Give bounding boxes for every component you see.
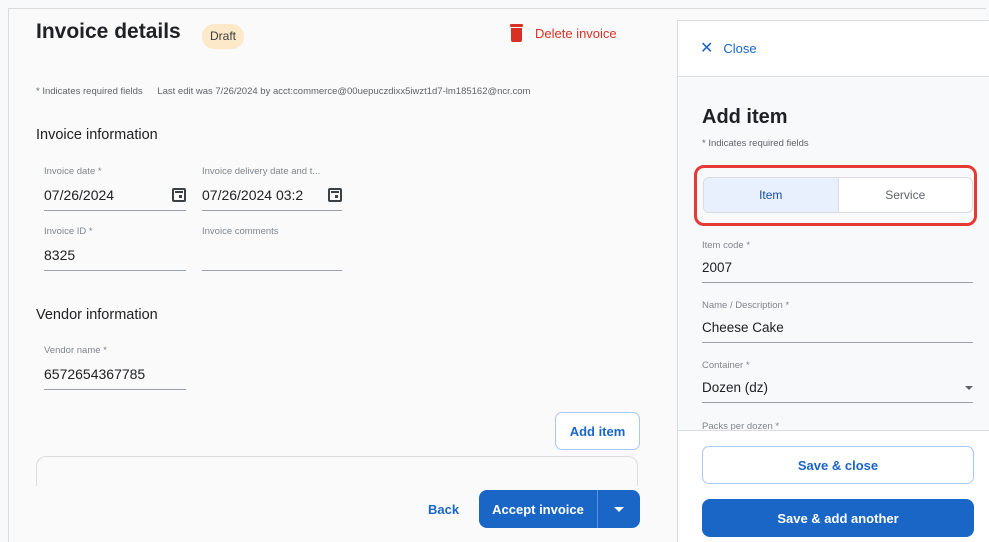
accept-invoice-button[interactable]: Accept invoice <box>479 490 597 528</box>
vendor-name-label: Vendor name * <box>44 345 107 356</box>
vendor-name-field[interactable]: Vendor name * 6572654367785 <box>44 345 186 390</box>
segment-item[interactable]: Item <box>704 178 839 212</box>
add-item-form: Add item * Indicates required fields Ite… <box>678 78 989 431</box>
invoice-comments-field[interactable]: Invoice comments <box>202 226 342 271</box>
name-description-value: Cheese Cake <box>702 320 784 335</box>
invoice-id-field[interactable]: Invoice ID * 8325 <box>44 226 186 271</box>
save-close-button[interactable]: Save & close <box>702 446 974 484</box>
line-items-container <box>36 456 638 486</box>
trash-icon <box>510 24 523 42</box>
delivery-date-value: 07/26/2024 03:2 <box>202 186 304 203</box>
container-value: Dozen (dz) <box>702 380 769 395</box>
close-label: Close <box>723 41 757 56</box>
chevron-down-icon <box>965 385 973 390</box>
container-label: Container * <box>702 360 750 371</box>
close-button[interactable]: ✕ Close <box>678 21 989 77</box>
delivery-date-label: Invoice delivery date and t... <box>202 166 321 177</box>
page-title: Invoice details <box>36 20 181 43</box>
add-item-panel: ✕ Close Add item * Indicates required fi… <box>677 20 989 542</box>
chevron-down-icon <box>614 506 624 512</box>
packs-per-dozen-label: Packs per dozen * <box>702 421 780 431</box>
item-code-label: Item code * <box>702 240 751 251</box>
segment-service[interactable]: Service <box>839 178 973 212</box>
invoice-id-label: Invoice ID * <box>44 226 93 237</box>
panel-required-note: * Indicates required fields <box>702 138 809 149</box>
panel-title: Add item <box>702 106 788 128</box>
item-code-value: 2007 <box>702 260 733 275</box>
item-code-field[interactable]: Item code * 2007 <box>702 240 973 283</box>
vendor-name-value: 6572654367785 <box>44 365 146 382</box>
delivery-date-field[interactable]: Invoice delivery date and t... 07/26/202… <box>202 166 342 211</box>
add-item-button[interactable]: Add item <box>555 412 640 450</box>
required-note: * Indicates required fields <box>36 86 143 97</box>
back-button[interactable]: Back <box>428 502 459 517</box>
calendar-icon[interactable] <box>172 187 186 202</box>
meta-line: * Indicates required fields Last edit wa… <box>36 86 530 97</box>
invoice-date-field[interactable]: Invoice date * 07/26/2024 <box>44 166 186 211</box>
invoice-date-value: 07/26/2024 <box>44 186 115 203</box>
invoice-date-label: Invoice date * <box>44 166 102 177</box>
delete-invoice-label: Delete invoice <box>535 25 617 41</box>
name-description-label: Name / Description * <box>702 300 790 311</box>
accept-options-button[interactable] <box>597 490 640 528</box>
close-icon: ✕ <box>700 39 714 57</box>
last-edit-note: Last edit was 7/26/2024 by acct:commerce… <box>157 86 531 97</box>
container-select[interactable]: Container * Dozen (dz) <box>702 360 973 403</box>
calendar-icon[interactable] <box>328 187 342 202</box>
invoice-comments-label: Invoice comments <box>202 226 279 237</box>
name-description-field[interactable]: Name / Description * Cheese Cake <box>702 300 973 343</box>
invoice-information-title: Invoice information <box>36 127 158 143</box>
invoice-id-value: 8325 <box>44 246 76 263</box>
delete-invoice-button[interactable]: Delete invoice <box>510 24 617 42</box>
vendor-information-title: Vendor information <box>36 307 158 323</box>
status-badge: Draft <box>202 24 245 49</box>
save-add-another-button[interactable]: Save & add another <box>702 499 974 537</box>
item-type-toggle: Item Service <box>703 177 973 213</box>
